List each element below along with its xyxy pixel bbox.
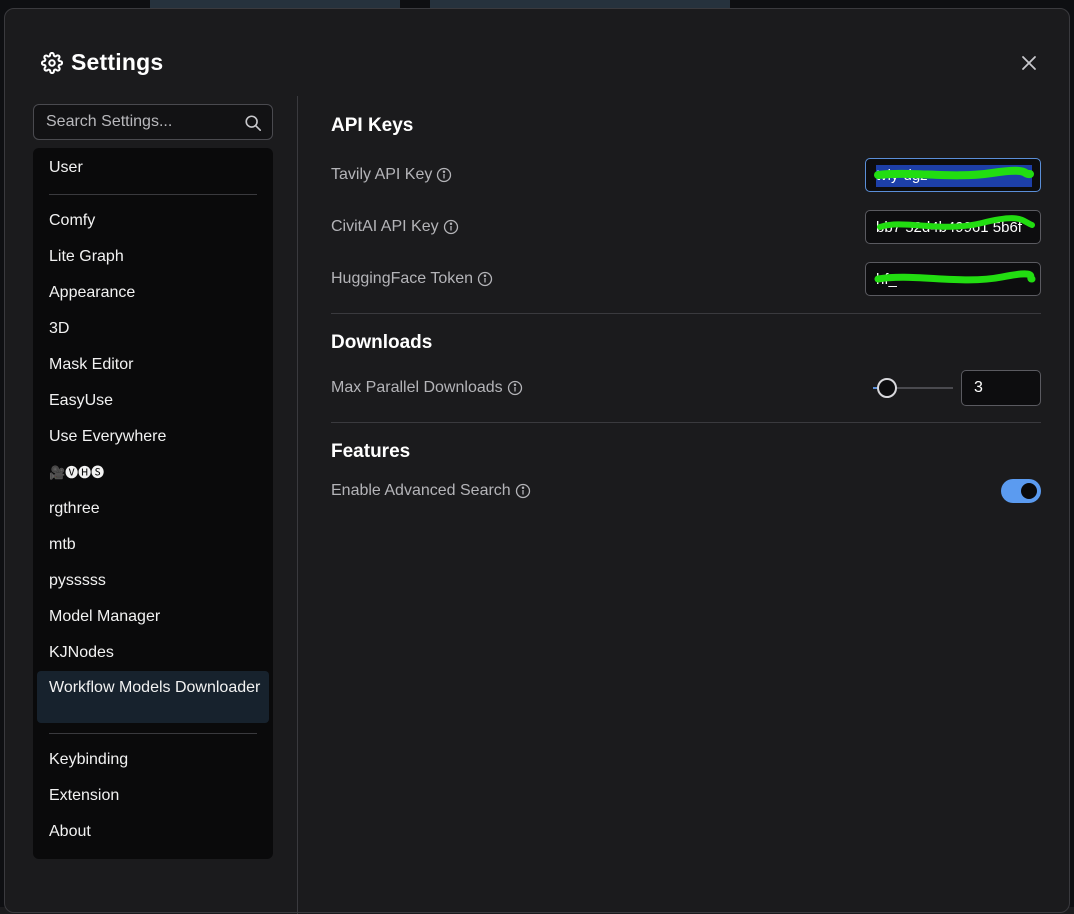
section-title-downloads: Downloads bbox=[331, 332, 1041, 354]
enable-advanced-search-label: Enable Advanced Search bbox=[331, 482, 511, 500]
backdrop-canvas-strip bbox=[430, 0, 730, 8]
setting-label: Max Parallel Downloads bbox=[331, 379, 523, 397]
tavily-api-key-label: Tavily API Key bbox=[331, 166, 432, 184]
setting-label: Tavily API Key bbox=[331, 166, 452, 184]
setting-label: Enable Advanced Search bbox=[331, 482, 531, 500]
setting-row-huggingface-token: HuggingFace Token hf_ bbox=[331, 261, 1041, 297]
redaction-scribble bbox=[872, 161, 1036, 189]
section-divider bbox=[331, 313, 1041, 314]
setting-row-enable-advanced-search: Enable Advanced Search bbox=[331, 473, 1041, 509]
redaction-scribble bbox=[872, 213, 1036, 241]
max-parallel-downloads-control: 3 bbox=[873, 370, 1041, 406]
sidebar-item-workflow-models-downloader[interactable]: Workflow Models Downloader bbox=[37, 671, 269, 723]
sidebar-item-keybinding[interactable]: Keybinding bbox=[33, 742, 273, 778]
section-title-api-keys: API Keys bbox=[331, 115, 1041, 137]
backdrop-canvas-strip bbox=[150, 0, 400, 8]
sidebar-item-use-everywhere[interactable]: Use Everywhere bbox=[33, 419, 273, 455]
huggingface-token-label: HuggingFace Token bbox=[331, 270, 473, 288]
search-settings-box bbox=[33, 104, 273, 140]
settings-content-panel: API Keys Tavily API Key tvly-dgz CivitAI… bbox=[331, 96, 1041, 509]
dialog-header: Settings bbox=[41, 49, 163, 76]
info-icon[interactable] bbox=[477, 271, 493, 287]
max-parallel-downloads-slider[interactable] bbox=[873, 378, 953, 398]
slider-thumb[interactable] bbox=[877, 378, 897, 398]
section-title-features: Features bbox=[331, 441, 1041, 463]
sidebar-item-vhs[interactable]: 🎥🅥🅗🅢 bbox=[33, 455, 273, 491]
setting-label: CivitAI API Key bbox=[331, 218, 459, 236]
close-icon[interactable] bbox=[1019, 53, 1039, 73]
max-parallel-downloads-label: Max Parallel Downloads bbox=[331, 379, 503, 397]
info-icon[interactable] bbox=[443, 219, 459, 235]
nav-divider bbox=[49, 733, 257, 734]
settings-category-list: User Comfy Lite Graph Appearance 3D Mask… bbox=[33, 148, 273, 859]
search-input[interactable] bbox=[34, 105, 272, 139]
tavily-api-key-input[interactable]: tvly-dgz bbox=[865, 158, 1041, 192]
sidebar-item-model-manager[interactable]: Model Manager bbox=[33, 599, 273, 635]
search-icon[interactable] bbox=[244, 114, 262, 132]
toggle-knob bbox=[1021, 483, 1037, 499]
info-icon[interactable] bbox=[507, 380, 523, 396]
setting-label: HuggingFace Token bbox=[331, 270, 493, 288]
section-divider bbox=[331, 422, 1041, 423]
sidebar-item-about[interactable]: About bbox=[33, 814, 273, 850]
civitai-api-key-input[interactable]: bb7 52d4b49961 5b6f bbox=[865, 210, 1041, 244]
info-icon[interactable] bbox=[515, 483, 531, 499]
dialog-title: Settings bbox=[71, 49, 163, 76]
sidebar-item-extension[interactable]: Extension bbox=[33, 778, 273, 814]
nav-divider bbox=[49, 194, 257, 195]
huggingface-token-input[interactable]: hf_ bbox=[865, 262, 1041, 296]
sidebar-item-lite-graph[interactable]: Lite Graph bbox=[33, 239, 273, 275]
sidebar-item-3d[interactable]: 3D bbox=[33, 311, 273, 347]
sidebar-item-mask-editor[interactable]: Mask Editor bbox=[33, 347, 273, 383]
sidebar-item-comfy[interactable]: Comfy bbox=[33, 203, 273, 239]
sidebar-item-pysssss[interactable]: pysssss bbox=[33, 563, 273, 599]
panel-divider bbox=[297, 96, 298, 914]
sidebar-item-easyuse[interactable]: EasyUse bbox=[33, 383, 273, 419]
sidebar-item-mtb[interactable]: mtb bbox=[33, 527, 273, 563]
civitai-api-key-label: CivitAI API Key bbox=[331, 218, 439, 236]
info-icon[interactable] bbox=[436, 167, 452, 183]
setting-row-civitai-api-key: CivitAI API Key bb7 52d4b49961 5b6f bbox=[331, 209, 1041, 245]
redaction-scribble bbox=[872, 265, 1036, 293]
setting-row-tavily-api-key: Tavily API Key tvly-dgz bbox=[331, 157, 1041, 193]
sidebar-item-appearance[interactable]: Appearance bbox=[33, 275, 273, 311]
setting-row-max-parallel-downloads: Max Parallel Downloads 3 bbox=[331, 370, 1041, 406]
sidebar-item-rgthree[interactable]: rgthree bbox=[33, 491, 273, 527]
enable-advanced-search-toggle[interactable] bbox=[1001, 479, 1041, 503]
sidebar-item-kjnodes[interactable]: KJNodes bbox=[33, 635, 273, 671]
max-parallel-downloads-input[interactable]: 3 bbox=[961, 370, 1041, 406]
gear-icon bbox=[41, 52, 63, 74]
settings-dialog: Settings User Comfy Lite Graph Appearanc… bbox=[4, 8, 1070, 913]
sidebar-item-user[interactable]: User bbox=[33, 150, 273, 186]
